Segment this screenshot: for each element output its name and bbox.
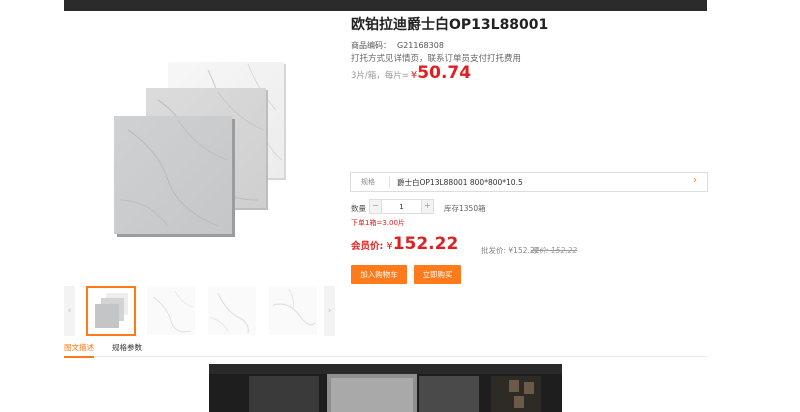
product-code: 商品编码： G21168308	[351, 40, 444, 51]
thumbnail-strip: ‹ ›	[64, 286, 335, 336]
detail-banner-image	[209, 364, 562, 412]
quantity-stepper: − +	[369, 199, 434, 214]
add-to-cart-button[interactable]: 加入购物车	[351, 265, 407, 284]
tab-description-label: 图文描述	[64, 343, 94, 352]
thumbnail-next-button[interactable]: ›	[324, 286, 335, 336]
stock-count: 库存1350箱	[444, 204, 486, 213]
product-title: 欧铂拉迪爵士白OP13L88001	[351, 17, 549, 33]
thumbnail-2-image	[147, 287, 195, 335]
quantity-input[interactable]	[382, 200, 421, 213]
spec-divider	[389, 176, 390, 188]
thumbnail-4[interactable]	[269, 287, 317, 335]
thumbnail-3-image	[208, 287, 256, 335]
market-price: 原价: 152.22	[531, 246, 578, 255]
detail-tabs: 图文描述 规格参数	[64, 340, 707, 358]
buy-now-button[interactable]: 立即购买	[414, 265, 461, 284]
unit-price-value: 50.74	[417, 63, 472, 83]
thumbnail-prev-button[interactable]: ‹	[64, 286, 75, 336]
quantity-increase-button[interactable]: +	[421, 200, 433, 213]
spec-value: 爵士白OP13L88001 800*800*10.5	[397, 178, 523, 187]
member-price-value: 152.22	[392, 234, 459, 254]
member-price: 会员价: ¥152.22	[351, 234, 458, 254]
tab-specifications[interactable]: 规格参数	[112, 342, 142, 353]
unit-price-label: 3片/箱，每片=	[351, 71, 409, 81]
chevron-right-icon[interactable]: ›	[693, 175, 697, 186]
thumbnail-1[interactable]	[86, 286, 136, 336]
product-code-value: G21168308	[397, 41, 444, 50]
thumbnail-3[interactable]	[208, 287, 256, 335]
tab-description[interactable]: 图文描述	[64, 342, 94, 358]
top-dark-strip	[64, 0, 707, 11]
unit-price-line: 3片/箱，每片= ¥50.74	[351, 63, 471, 83]
member-price-label: 会员价:	[351, 241, 384, 252]
thumbnail-1-image	[95, 293, 128, 328]
product-main-image	[114, 62, 286, 237]
tile-front	[114, 116, 235, 237]
quantity-label: 数量	[351, 204, 366, 213]
spec-label: 规格	[361, 178, 375, 186]
tab-specifications-label: 规格参数	[112, 343, 142, 352]
thumbnail-2[interactable]	[147, 287, 195, 335]
tab-active-indicator	[64, 356, 94, 358]
spec-selector[interactable]: 规格 爵士白OP13L88001 800*800*10.5 ›	[350, 172, 708, 192]
min-order-note: 下单1箱=3.00片	[351, 219, 405, 227]
product-code-label: 商品编码：	[351, 41, 391, 50]
quantity-decrease-button[interactable]: −	[370, 200, 382, 213]
thumbnail-4-image	[269, 287, 317, 335]
